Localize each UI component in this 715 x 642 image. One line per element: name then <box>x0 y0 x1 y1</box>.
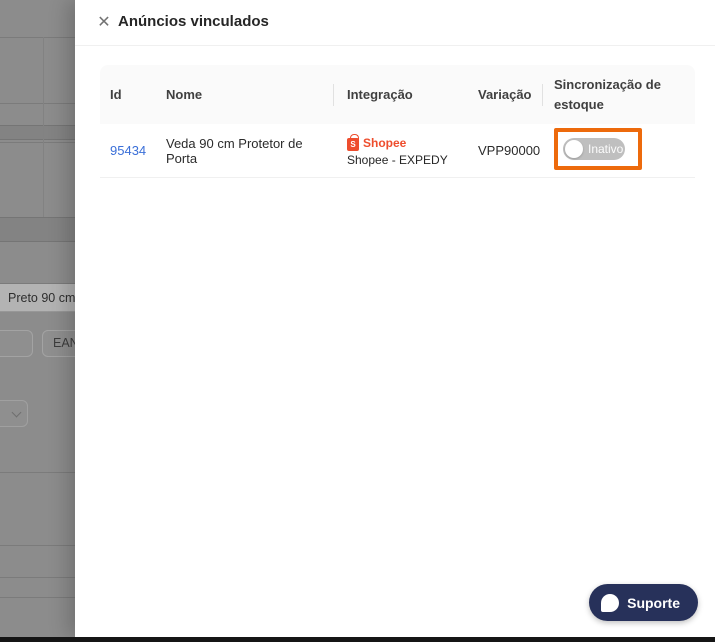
underlay-divider <box>0 577 75 578</box>
underlay-divider <box>0 597 75 598</box>
support-button[interactable]: Suporte <box>589 584 698 621</box>
cell-sincronizacao: Inativo <box>542 128 695 173</box>
variant-option: Preto 90 cm <box>0 284 75 312</box>
close-icon[interactable]: ✕ <box>93 12 115 34</box>
underlay-divider <box>0 472 75 473</box>
column-header-integracao: Integração <box>333 83 462 106</box>
underlay-row <box>0 125 75 140</box>
underlay-row <box>0 217 75 242</box>
cell-integracao: S Shopee Shopee - EXPEDY <box>333 133 462 167</box>
drawer-header: ✕ Anúncios vinculados <box>75 0 715 46</box>
background-select <box>0 400 28 427</box>
support-button-label: Suporte <box>627 594 680 611</box>
drawer-title: Anúncios vinculados <box>118 13 269 30</box>
cell-nome: Veda 90 cm Protetor de Porta <box>166 135 303 166</box>
drawer-mask[interactable]: Preto 90 cm EAN <box>0 0 75 637</box>
column-header-id: Id <box>110 86 122 102</box>
column-header-variacao: Variação <box>478 86 532 102</box>
ean-button: EAN <box>42 330 75 357</box>
underlay-divider <box>0 37 75 38</box>
cell-id: 95434 <box>100 143 156 158</box>
underlay-divider <box>0 103 75 104</box>
screen: Preto 90 cm EAN ✕ Anúncios vinculados Id… <box>0 0 715 642</box>
background-input <box>0 330 33 357</box>
cell-variacao: VPP90000 <box>478 143 541 158</box>
linked-ads-table: Id Nome Integração Variação Sincronizaçã… <box>100 65 695 178</box>
page-bottom-bar <box>0 637 715 642</box>
column-separator <box>542 83 543 106</box>
shopee-icon: S <box>347 133 359 151</box>
underlay-divider <box>43 37 44 217</box>
chat-bubble-icon <box>601 593 620 612</box>
chevron-down-icon <box>11 407 22 418</box>
underlay-divider <box>0 142 75 143</box>
platform-name: Shopee <box>363 135 407 150</box>
integration-account: Shopee - EXPEDY <box>347 152 448 167</box>
column-header-nome: Nome <box>166 86 203 102</box>
toggle-state-label: Inativo <box>588 142 624 156</box>
linked-ads-drawer: ✕ Anúncios vinculados Id Nome Integração… <box>75 0 715 637</box>
table-row: 95434 Veda 90 cm Protetor de Porta S Sho… <box>100 124 695 178</box>
annotation-highlight-box: Inativo <box>554 128 642 170</box>
stock-sync-toggle[interactable]: Inativo <box>563 138 625 160</box>
toggle-knob <box>565 140 583 158</box>
column-header-sincronizacao: Sincronização de estoque <box>542 75 695 114</box>
ad-id-link[interactable]: 95434 <box>110 143 146 158</box>
table-header-row: Id Nome Integração Variação Sincronizaçã… <box>100 65 695 124</box>
underlay-divider <box>0 545 75 546</box>
column-separator <box>333 83 334 106</box>
